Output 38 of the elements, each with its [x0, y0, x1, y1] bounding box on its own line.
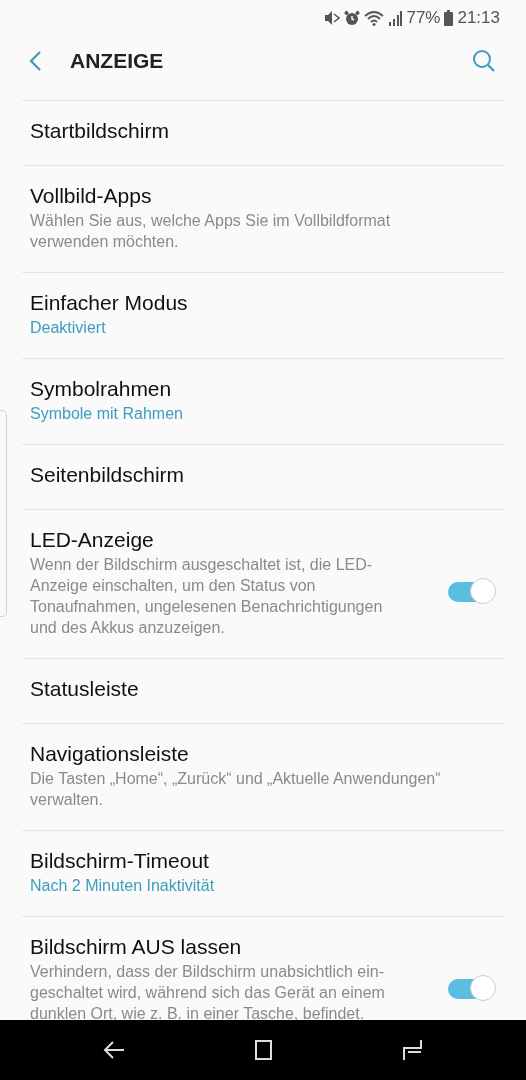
settings-item[interactable]: Statusleiste — [22, 659, 504, 724]
settings-item[interactable]: Bildschirm-Timeout Nach 2 Minuten Inaktivität — [22, 831, 504, 917]
settings-item[interactable]: Einfacher Modus Deaktiviert — [22, 273, 504, 359]
item-value: Symbole mit Rahmen — [30, 404, 184, 424]
settings-item[interactable]: Seitenbildschirm — [22, 445, 504, 510]
item-value: Deaktiviert — [30, 318, 107, 338]
clock: 21:13 — [457, 8, 500, 28]
item-title: Navigationsleiste — [30, 741, 190, 767]
item-title: LED-Anzeige — [30, 527, 155, 553]
item-description: Wählen Sie aus, welche Apps Sie im Vollbildformat verwenden möchten. — [30, 211, 392, 252]
item-description: Wenn der Bildschirm ausgeschaltet ist, die LED-Anzeige einschalten, um den Status von Tonaufnahmen, ungelesenen Benachrichtigungen und des Akkus anzuzeigen. — [30, 555, 384, 638]
settings-item[interactable]: Navigationsleiste Die Tasten „Home“, „Zurück“ und „Aktuelle Anwendungen“ verwalten. — [22, 724, 504, 831]
recent-apps-icon[interactable] — [400, 1039, 423, 1061]
item-title: Vollbild-Apps — [30, 183, 153, 209]
home-icon[interactable] — [252, 1039, 274, 1061]
wifi-icon — [364, 10, 385, 26]
screen-title: ANZEIGE — [70, 49, 165, 73]
search-icon[interactable] — [472, 49, 496, 73]
item-title: Symbolrahmen — [30, 376, 173, 402]
toggle-switch[interactable] — [448, 978, 494, 999]
settings-item[interactable]: Startbildschirm — [22, 101, 504, 166]
item-title: Bildschirm AUS lassen — [30, 934, 243, 960]
mute-icon — [324, 10, 341, 26]
item-title: Statusleiste — [30, 676, 140, 702]
item-title: Bildschirm-Timeout — [30, 848, 210, 874]
battery-percent: 77% — [406, 8, 441, 28]
settings-item[interactable]: LED-Anzeige Wenn der Bildschirm ausgeschaltet ist, die LED-Anzeige einschalten, um den Status von Tonaufnahmen, ungelesenen Benachrichtigungen und des Akkus anzuzeigen. — [22, 510, 504, 659]
item-value: Nach 2 Minuten Inaktivität — [30, 876, 216, 896]
item-title: Seitenbildschirm — [30, 462, 186, 488]
signal-icon — [388, 10, 403, 26]
item-title: Startbildschirm — [30, 118, 170, 144]
alarm-icon — [344, 10, 361, 26]
settings-item[interactable]: Vollbild-Apps Wählen Sie aus, welche Apps Sie im Vollbildformat verwenden möchten. — [22, 166, 504, 273]
item-description: Die Tasten „Home“, „Zurück“ und „Aktuelle Anwendungen“ verwalten. — [30, 769, 442, 810]
settings-item[interactable]: Symbolrahmen Symbole mit Rahmen — [22, 359, 504, 445]
back-icon[interactable] — [103, 1039, 126, 1061]
battery-icon — [444, 10, 454, 26]
item-title: Einfacher Modus — [30, 290, 189, 316]
